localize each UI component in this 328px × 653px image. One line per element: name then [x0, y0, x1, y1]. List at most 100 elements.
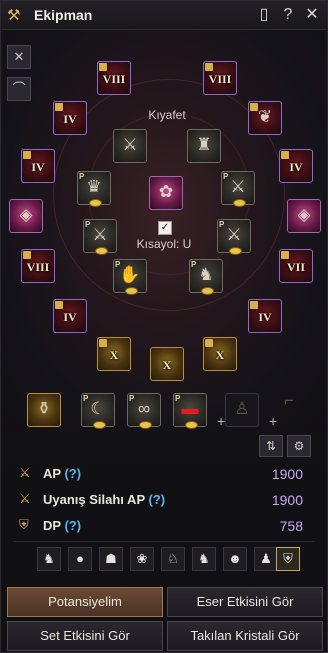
pickaxe-icon: ⌐ [284, 391, 294, 410]
stat-value: 1900 [271, 466, 303, 482]
gloves-icon: ✋ [119, 265, 141, 284]
equip-slot-center-costume[interactable]: ✿ [149, 176, 183, 210]
potential-button[interactable]: Potansiyelim [7, 587, 163, 617]
title-bar[interactable]: ⚒ Ekipman ▯ ? ✕ [1, 1, 327, 30]
help-icon[interactable]: ? [279, 6, 297, 24]
flag-icon: ▬ [181, 399, 199, 418]
equip-slot-sub-weapon[interactable]: P ⚔ [217, 219, 251, 255]
set-effect-button[interactable]: Set Etkisini Gör [7, 621, 163, 651]
help-question[interactable]: (?) [64, 466, 81, 481]
equip-slot-helmet[interactable]: P ♛ [77, 171, 111, 207]
close-icon[interactable]: ✕ [303, 6, 321, 24]
preset-shield-icon[interactable]: ⛨ [276, 547, 300, 571]
preset-knight-icon[interactable]: ♘ [161, 547, 185, 571]
stats-panel: ⚔ AP (?) 1900 ⚔ Uyanış Silahı AP (?) 190… [1, 459, 327, 537]
lock-tag [250, 301, 258, 309]
shortcut-checkbox[interactable]: ✓ [158, 221, 172, 235]
costume-weapon-icon: ⚔ [122, 135, 138, 154]
equip-slot-ring-right[interactable]: IV [21, 149, 55, 183]
preset-horse-icon[interactable]: ♞ [37, 547, 61, 571]
preset-paw-icon[interactable]: ❀ [130, 547, 154, 571]
lock-tag [23, 251, 31, 259]
grade-label: IV [63, 112, 77, 126]
grade-label: IV [258, 310, 272, 324]
equip-slot-glasses[interactable]: P ∞ [127, 393, 161, 429]
lock-tag [55, 103, 63, 111]
grade-label: X [215, 348, 225, 362]
plus-icon[interactable]: + [269, 413, 277, 429]
coin-icon [201, 287, 214, 295]
lock-tag [55, 301, 63, 309]
armor-hanger-icon: ⚒ [7, 7, 21, 24]
costume-armor-icon: ♜ [196, 135, 212, 154]
equip-slot-gloves[interactable]: P ✋ [113, 259, 147, 295]
coin-icon [125, 287, 138, 295]
grade-label: IV [289, 160, 303, 174]
equip-slot-outfit-empty[interactable]: ♙ [225, 393, 259, 427]
equip-slot-shoes[interactable]: P ♞ [189, 259, 223, 295]
crystal-button[interactable]: Takılan Kristali Gör [167, 621, 323, 651]
equip-slot-belt-extra[interactable]: IV [53, 299, 87, 333]
coin-icon [95, 247, 108, 255]
divider [13, 541, 315, 542]
stat-ap: ⚔ AP (?) 1900 [19, 463, 309, 485]
equip-slot-lifeskill-right[interactable]: X [203, 337, 237, 371]
pickaxe-icon[interactable]: ⌒ [7, 77, 31, 101]
coin-icon [229, 247, 242, 255]
grade-label: VII [286, 260, 305, 274]
lock-tag [205, 339, 213, 347]
lock-tag [23, 151, 31, 159]
help-question[interactable]: (?) [149, 492, 166, 507]
equip-slot-tool[interactable]: ⚱ [27, 393, 61, 427]
shortcut-label: Kısayol: U [136, 237, 192, 251]
crescent-icon: ☾ [90, 399, 106, 418]
equip-slot-alchemy-stone[interactable]: ◈ [9, 199, 43, 233]
equip-slot-ring-left[interactable]: IV [53, 101, 87, 135]
window-title: Ekipman [34, 7, 93, 23]
equip-slot-artifact[interactable]: ◈ [287, 199, 321, 233]
sort-icon[interactable]: ⇅ [259, 435, 283, 457]
coin-icon [89, 199, 102, 207]
equip-slot-lifeskill-left[interactable]: X [97, 337, 131, 371]
plus-icon[interactable]: + [217, 413, 225, 429]
equip-slot-necklace-extra[interactable]: IV [248, 299, 282, 333]
equip-slot-guild-badge[interactable]: P ☾ [81, 393, 115, 429]
coin-icon [233, 199, 246, 207]
equip-slot-armor[interactable]: P ⚔ [221, 171, 255, 207]
equip-slot-lifeskill-center[interactable]: X [150, 347, 184, 381]
help-question[interactable]: (?) [64, 518, 81, 533]
stat-value: 1900 [271, 492, 303, 508]
lock-tag [205, 63, 213, 71]
coin-icon [139, 421, 152, 429]
lock-tag [99, 63, 107, 71]
lock-tag [281, 151, 289, 159]
crossed-swords-icon[interactable]: ✕ [7, 45, 31, 69]
preset-hood-icon[interactable]: ♟ [254, 547, 278, 571]
gear-icon[interactable]: ⚙ [287, 435, 311, 457]
costume-slot-left[interactable]: ⚔ [113, 129, 147, 163]
equip-slot-earring-right[interactable]: VIII [203, 61, 237, 95]
equip-slot-flag[interactable]: P ▬ [173, 393, 207, 429]
preset-person-icon[interactable]: ☻ [223, 547, 247, 571]
equip-slot-ring-extra[interactable]: VII [279, 249, 313, 283]
artifact-effect-button[interactable]: Eser Etkisini Gör [167, 587, 323, 617]
equip-slot-earring-extra[interactable]: VIII [21, 249, 55, 283]
glasses-icon: ∞ [137, 399, 151, 418]
awaken-weapon-icon: ⚔ [19, 491, 31, 506]
equip-slot-necklace[interactable]: ❦ [248, 101, 282, 135]
stat-dp: ⛨ DP (?) 758 [19, 515, 309, 537]
preset-ninja-icon[interactable]: ● [68, 547, 92, 571]
sub-weapon-icon: ⚔ [226, 225, 242, 244]
shield-icon: ⛨ [19, 517, 29, 532]
coin-icon [93, 421, 106, 429]
costume-slot-right[interactable]: ♜ [187, 129, 221, 163]
preset-rider-icon[interactable]: ♞ [192, 547, 216, 571]
equip-slot-belt[interactable]: IV [279, 149, 313, 183]
page-icon[interactable]: ▯ [255, 6, 273, 24]
preset-mask-icon[interactable]: ☗ [99, 547, 123, 571]
equip-slot-main-weapon[interactable]: P ⚔ [83, 219, 117, 255]
grade-label: VIII [208, 72, 232, 86]
preset-bar: ♞ ● ☗ ❀ ♘ ♞ ☻ ♟ ⛨ [1, 547, 327, 575]
grade-label: X [162, 358, 172, 372]
equip-slot-earring-left[interactable]: VIII [97, 61, 131, 95]
